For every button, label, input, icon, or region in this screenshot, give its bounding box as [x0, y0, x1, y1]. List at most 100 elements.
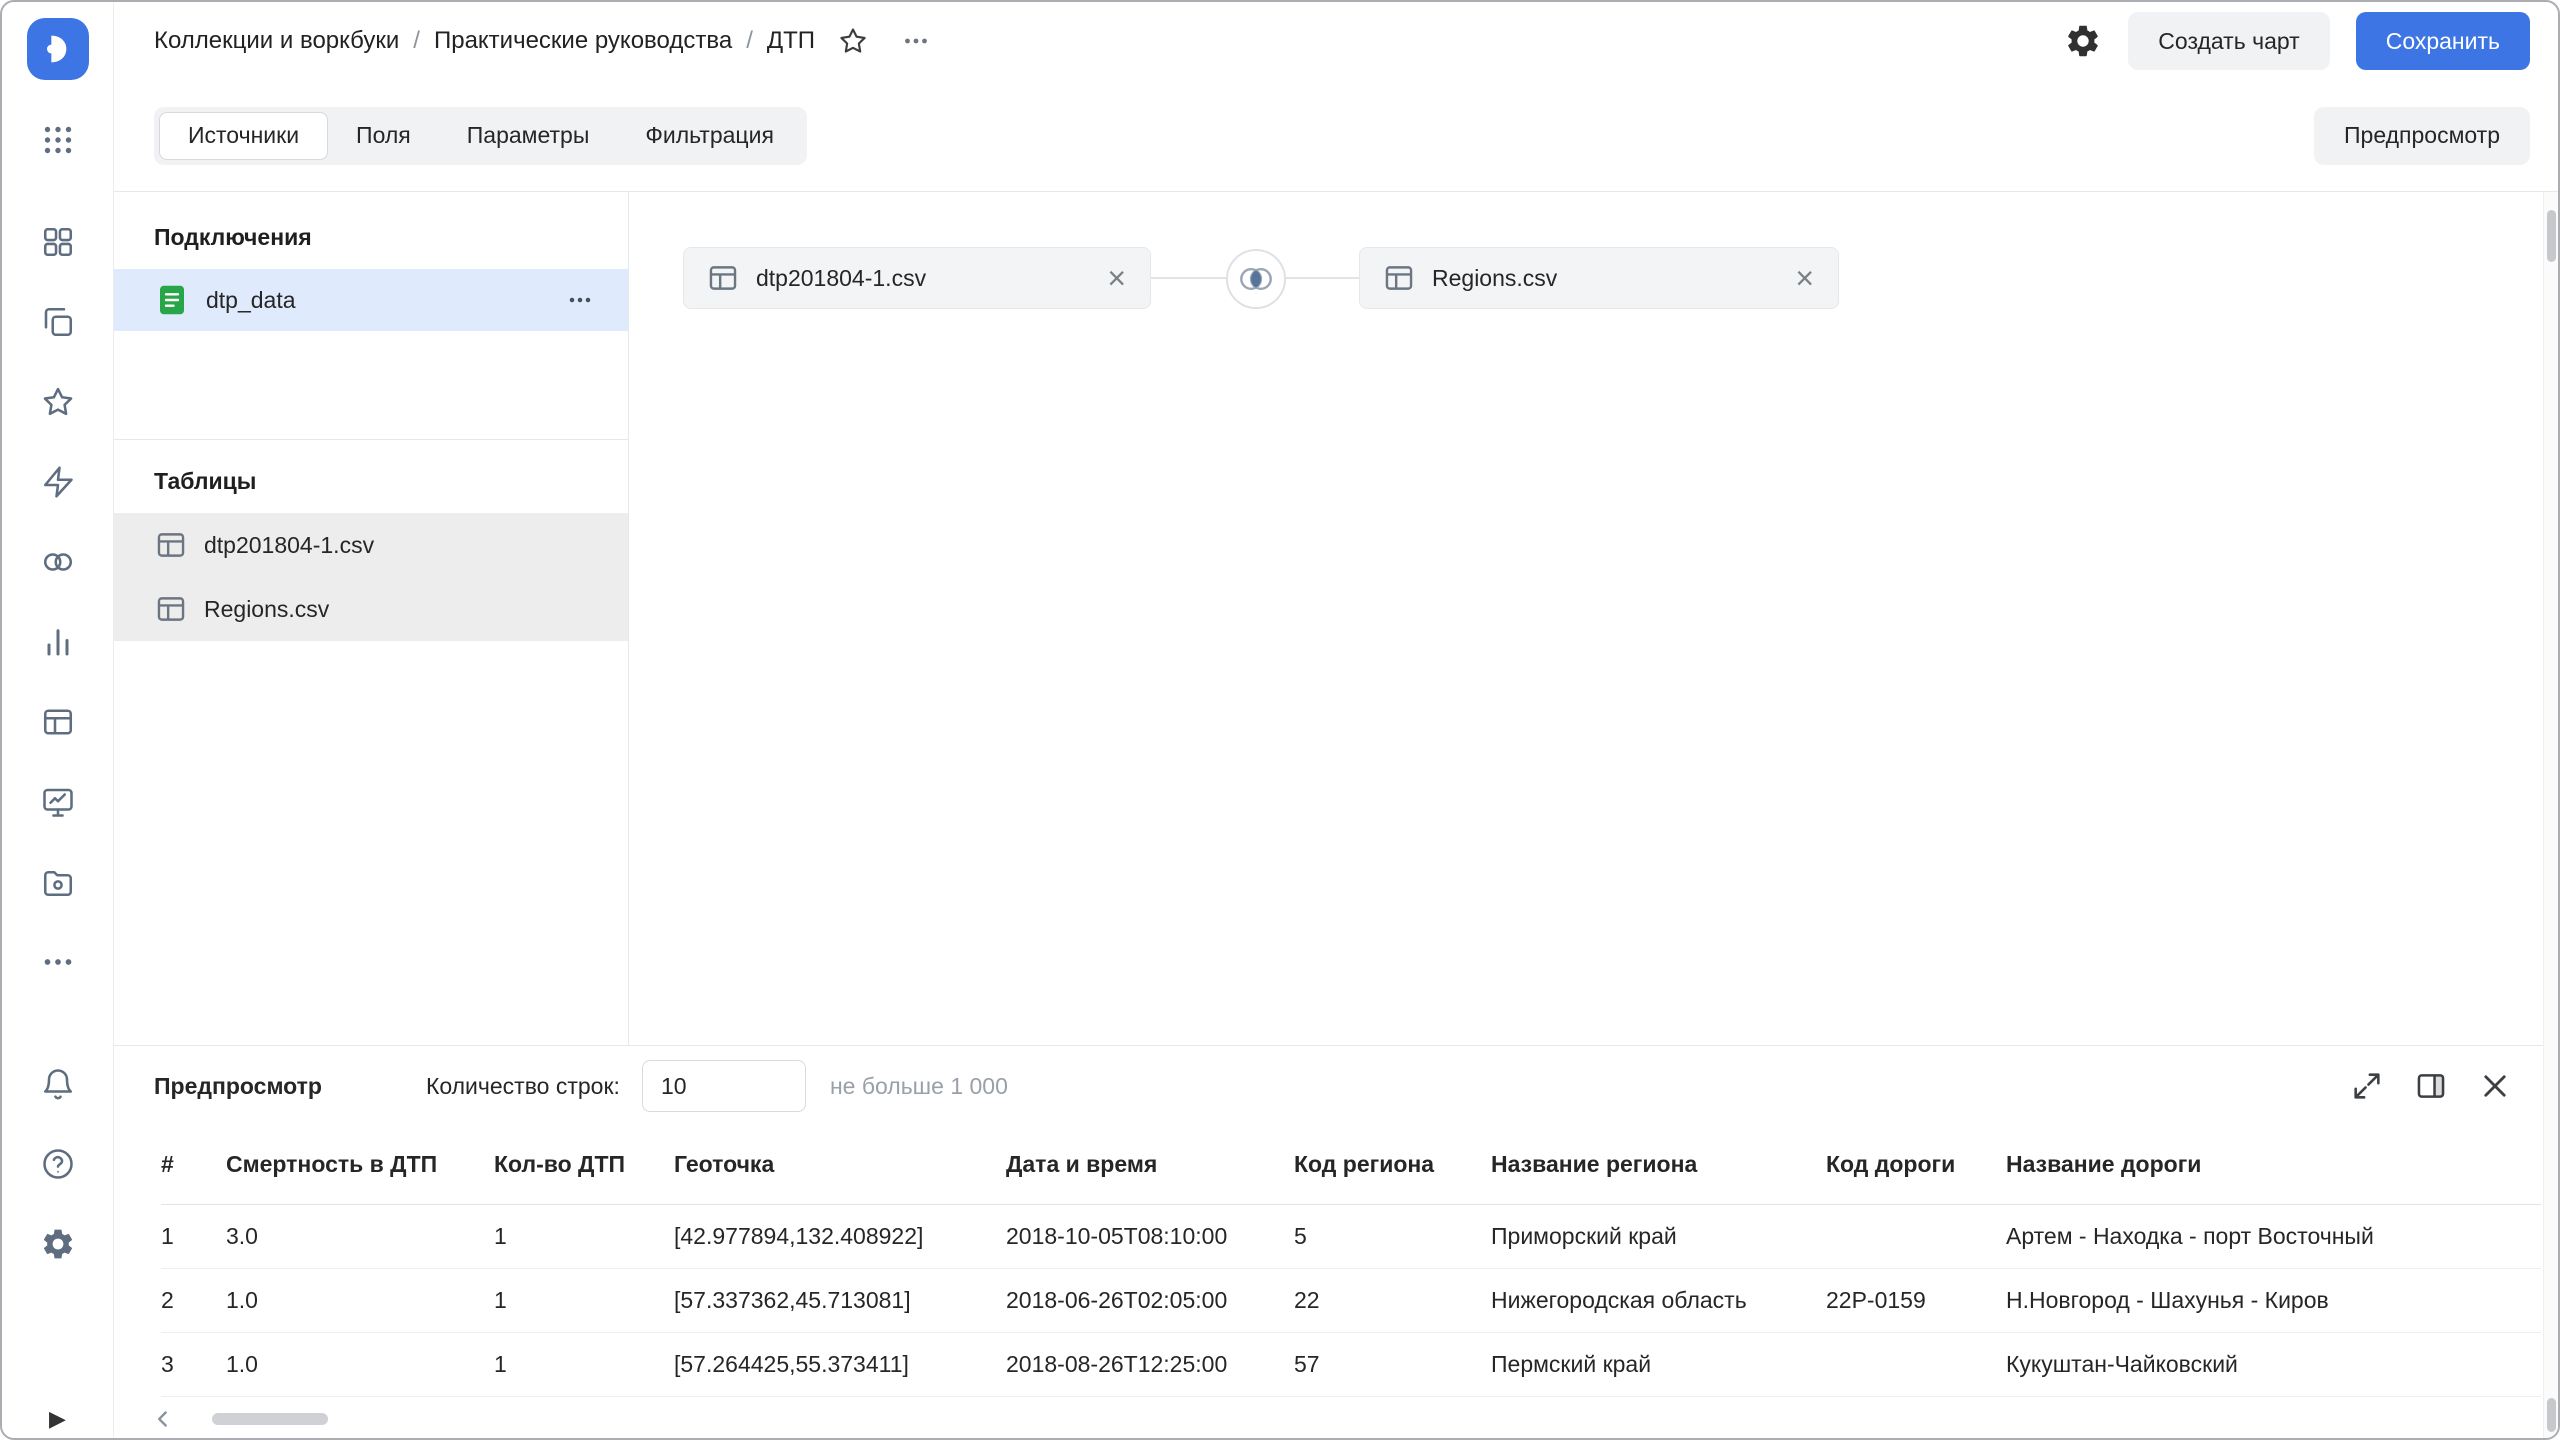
- cell: 2018-06-26T02:05:00: [1006, 1268, 1294, 1332]
- tab-parameters[interactable]: Параметры: [439, 112, 618, 160]
- dataset-tabs: Источники Поля Параметры Фильтрация: [154, 107, 807, 165]
- dashboards-monitor-icon[interactable]: [36, 784, 80, 820]
- row-count-label: Количество строк:: [426, 1073, 620, 1100]
- help-icon[interactable]: [36, 1146, 80, 1182]
- horizontal-scroll-track[interactable]: [196, 1412, 2538, 1426]
- cell: [42.977894,132.408922]: [674, 1204, 1006, 1268]
- cell: [57.264425,55.373411]: [674, 1332, 1006, 1396]
- cell: Нижегородская область: [1491, 1268, 1826, 1332]
- sources-panel: Подключения dtp_data: [114, 192, 629, 1045]
- favorite-star-icon[interactable]: [837, 25, 869, 57]
- cell: [1826, 1204, 2006, 1268]
- cell: Артем - Находка - порт Восточный: [2006, 1204, 2541, 1268]
- tables-title: Таблицы: [114, 440, 628, 513]
- table-row: 3 1.0 1 [57.264425,55.373411] 2018-08-26…: [161, 1332, 2541, 1396]
- expand-rail-button[interactable]: ▶: [2, 1406, 113, 1432]
- preview-toggle-button[interactable]: Предпросмотр: [2314, 107, 2530, 165]
- vertical-scroll-thumb[interactable]: [2547, 210, 2556, 262]
- tables-section: Таблицы dtp201804-1.csv: [114, 440, 628, 641]
- preview-table: # Смертность в ДТП Кол-во ДТП Геоточка Д…: [161, 1126, 2541, 1397]
- connections-title: Подключения: [114, 192, 628, 269]
- breadcrumb-collections[interactable]: Коллекции и воркбуки: [154, 27, 399, 55]
- cell: Пермский край: [1491, 1332, 1826, 1396]
- canvas-table-regions[interactable]: Regions.csv ×: [1359, 247, 1839, 309]
- more-actions-icon[interactable]: [899, 24, 933, 58]
- preview-controls: [2350, 1069, 2512, 1103]
- remove-table-icon[interactable]: ×: [1793, 262, 1816, 294]
- storage-folder-icon[interactable]: [36, 864, 80, 900]
- cell: Приморский край: [1491, 1204, 1826, 1268]
- notifications-bell-icon[interactable]: [36, 1066, 80, 1102]
- column-header: Дата и время: [1006, 1126, 1294, 1204]
- column-header: Код региона: [1294, 1126, 1491, 1204]
- apps-grid-icon[interactable]: [36, 122, 80, 158]
- table-icon: [1382, 261, 1416, 295]
- join-type-icon[interactable]: [1226, 249, 1286, 309]
- topbar: Коллекции и воркбуки / Практические руко…: [114, 2, 2558, 80]
- row-count-input[interactable]: [642, 1060, 806, 1112]
- vertical-scroll-thumb[interactable]: [2547, 1398, 2556, 1432]
- cell: 5: [1294, 1204, 1491, 1268]
- cell: 22: [1294, 1268, 1491, 1332]
- datalens-logo[interactable]: [27, 18, 89, 80]
- close-preview-icon[interactable]: [2478, 1069, 2512, 1103]
- table-list-item-regions[interactable]: Regions.csv: [114, 577, 628, 641]
- favorites-star-icon[interactable]: [36, 384, 80, 420]
- canvas-table-dtp[interactable]: dtp201804-1.csv ×: [683, 247, 1151, 309]
- datasets-table-icon[interactable]: [36, 704, 80, 740]
- cell: 3: [161, 1332, 226, 1396]
- connection-name: dtp_data: [206, 287, 296, 314]
- connection-menu-icon[interactable]: [564, 284, 596, 316]
- tab-filtering[interactable]: Фильтрация: [617, 112, 802, 160]
- tab-fields[interactable]: Поля: [328, 112, 439, 160]
- services-rings-icon[interactable]: [36, 544, 80, 580]
- table-icon: [154, 592, 188, 626]
- cell: 1: [494, 1332, 674, 1396]
- tabs-row: Источники Поля Параметры Фильтрация Пред…: [114, 80, 2558, 192]
- horizontal-scroll-thumb[interactable]: [212, 1413, 328, 1425]
- vertical-scrollbar[interactable]: [2543, 192, 2558, 1438]
- create-chart-button[interactable]: Создать чарт: [2128, 12, 2329, 70]
- rail-nav: [36, 224, 80, 980]
- scroll-left-icon[interactable]: [150, 1406, 176, 1432]
- cell: 2018-10-05T08:10:00: [1006, 1204, 1294, 1268]
- datalens-logo-icon: [38, 29, 78, 69]
- cell: 57: [1294, 1332, 1491, 1396]
- more-services-icon[interactable]: [36, 944, 80, 980]
- breadcrumb-guides[interactable]: Практические руководства: [434, 27, 732, 55]
- cell: [57.337362,45.713081]: [674, 1268, 1006, 1332]
- expand-preview-icon[interactable]: [2350, 1069, 2384, 1103]
- connections-bolt-icon[interactable]: [36, 464, 80, 500]
- join-canvas[interactable]: dtp201804-1.csv × Regions.csv ×: [629, 192, 2558, 1045]
- collections-stack-icon[interactable]: [36, 304, 80, 340]
- table-icon: [706, 261, 740, 295]
- table-row: 2 1.0 1 [57.337362,45.713081] 2018-06-26…: [161, 1268, 2541, 1332]
- workbooks-grid-icon[interactable]: [36, 224, 80, 260]
- settings-gear-icon[interactable]: [36, 1226, 80, 1262]
- save-button[interactable]: Сохранить: [2356, 12, 2530, 70]
- table-row: 1 3.0 1 [42.977894,132.408922] 2018-10-0…: [161, 1204, 2541, 1268]
- horizontal-scrollbar[interactable]: [114, 1400, 2558, 1438]
- preview-table-header-row: # Смертность в ДТП Кол-во ДТП Геоточка Д…: [161, 1126, 2541, 1204]
- remove-table-icon[interactable]: ×: [1105, 262, 1128, 294]
- canvas-table-name: dtp201804-1.csv: [756, 265, 926, 292]
- app-rail: ▶: [2, 2, 114, 1438]
- table-list-item-dtp[interactable]: dtp201804-1.csv: [114, 513, 628, 577]
- cell: 2: [161, 1268, 226, 1332]
- charts-bar-icon[interactable]: [36, 624, 80, 660]
- content-area: Подключения dtp_data: [114, 192, 2558, 1045]
- column-header: Название региона: [1491, 1126, 1826, 1204]
- connection-item[interactable]: dtp_data: [114, 269, 628, 331]
- canvas-table-name: Regions.csv: [1432, 265, 1557, 292]
- column-header: Кол-во ДТП: [494, 1126, 674, 1204]
- split-view-icon[interactable]: [2414, 1069, 2448, 1103]
- cell: 1: [494, 1204, 674, 1268]
- tab-sources[interactable]: Источники: [159, 112, 328, 160]
- table-name: dtp201804-1.csv: [204, 532, 374, 559]
- dataset-settings-gear-icon[interactable]: [2064, 22, 2102, 60]
- column-header: Название дороги: [2006, 1126, 2541, 1204]
- breadcrumb-current: ДТП: [767, 27, 815, 55]
- connections-section: Подключения dtp_data: [114, 192, 628, 440]
- breadcrumb-separator: /: [413, 27, 420, 55]
- breadcrumb-separator: /: [746, 27, 753, 55]
